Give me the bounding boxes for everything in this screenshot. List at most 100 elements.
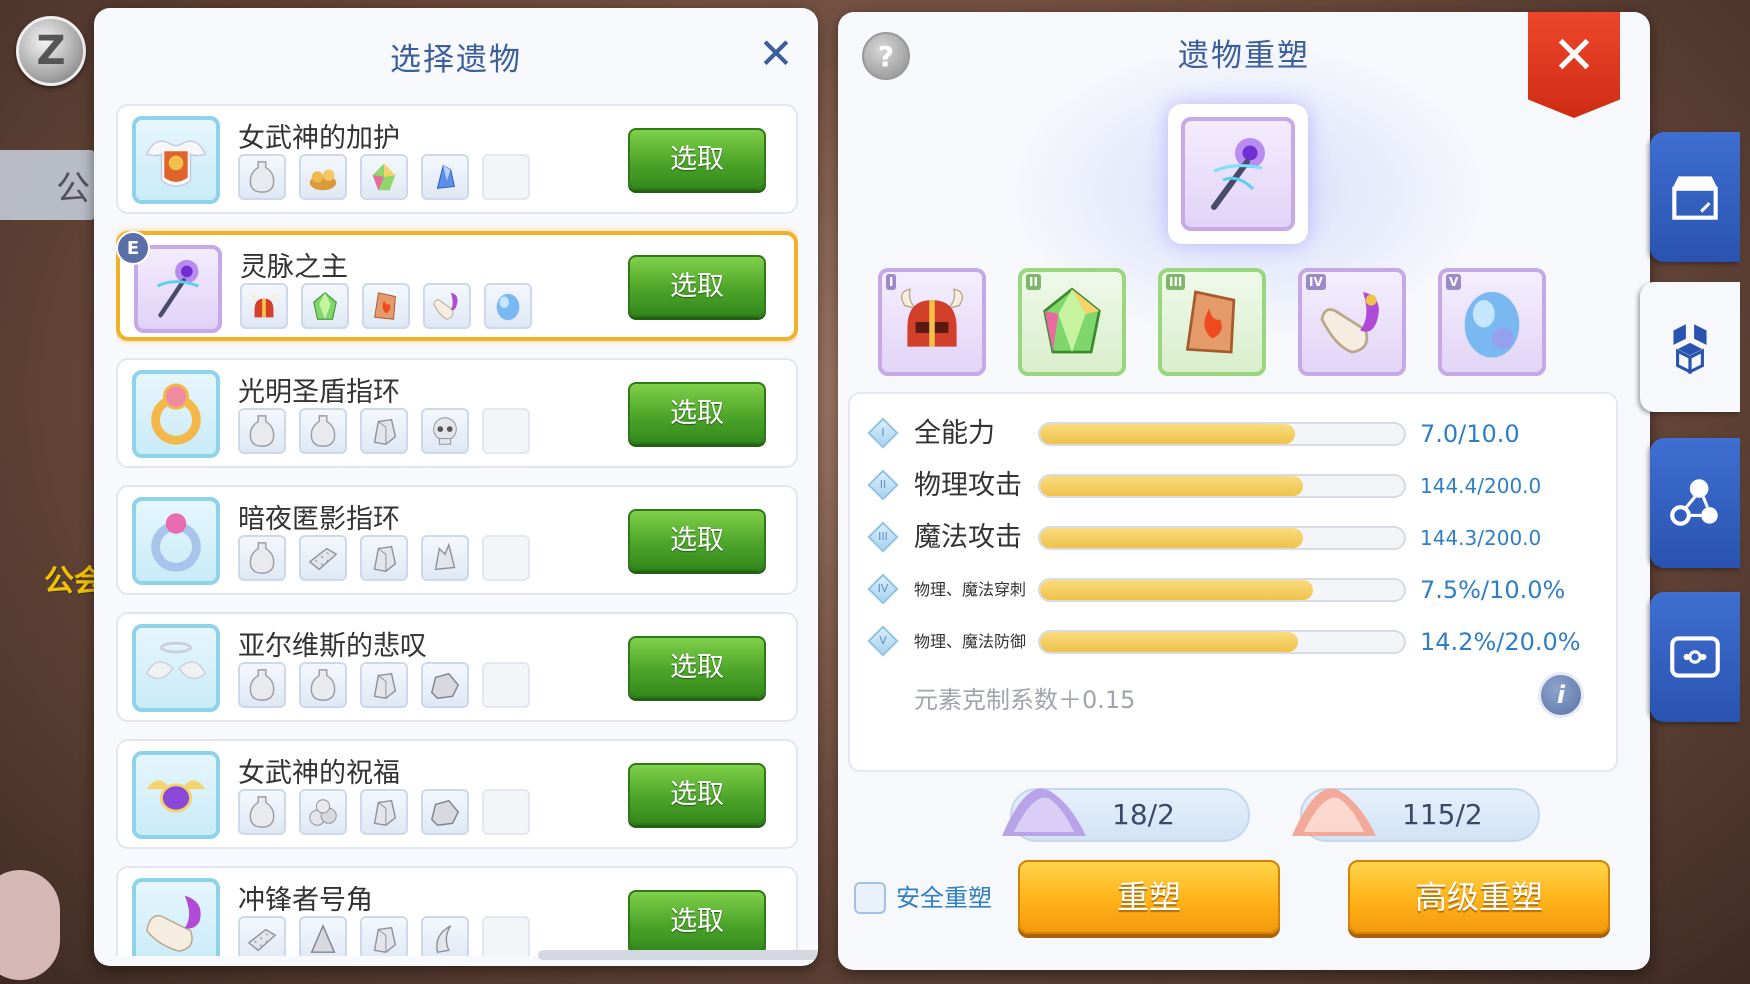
winged-halo-icon bbox=[132, 624, 220, 712]
stat-progress-fill bbox=[1040, 424, 1295, 444]
blue-egg-icon bbox=[1464, 291, 1520, 358]
stat-label: 物理攻击 bbox=[914, 470, 1022, 501]
stat-diamond-icon: III bbox=[867, 521, 899, 553]
relic-card[interactable]: 女武神的加护 选取 bbox=[116, 104, 798, 214]
horn-icon bbox=[423, 283, 471, 329]
safe-reforge-label[interactable]: 安全重塑 bbox=[896, 880, 992, 916]
winged-gem-icon bbox=[132, 751, 220, 839]
element-coefficient-note: 元素克制系数＋0.15 bbox=[914, 686, 1136, 714]
relic-list[interactable]: 女武神的加护 选取 E 灵脉之主 选取 光明圣盾指环 选取 暗夜匿影指环 选取 亚尔维斯的悲叹 选取… bbox=[116, 104, 798, 956]
stat-value: 7.5%/10.0% bbox=[1420, 576, 1566, 604]
select-button[interactable]: 选取 bbox=[628, 128, 766, 190]
stone-icon bbox=[360, 662, 408, 708]
relic-card[interactable]: E 灵脉之主 选取 bbox=[116, 231, 798, 341]
relic-reforge-panel: ? 遗物重塑 ✕ I II III IV V 元素克制系数＋0.15 i I 全… bbox=[838, 12, 1650, 970]
advanced-reforge-button[interactable]: 高级重塑 bbox=[1348, 860, 1610, 934]
info-icon[interactable]: i bbox=[1538, 672, 1584, 718]
stat-diamond-icon: V bbox=[867, 625, 899, 657]
green-gem-icon bbox=[301, 283, 349, 329]
slot-1[interactable]: I bbox=[878, 268, 986, 376]
relic-materials bbox=[238, 662, 530, 708]
stat-diamond-icon: I bbox=[867, 417, 899, 449]
material-counter-2: 115/2 bbox=[1292, 788, 1540, 842]
charger-horn-icon bbox=[132, 878, 220, 956]
select-button[interactable]: 选取 bbox=[628, 255, 766, 317]
stat-progress-fill bbox=[1040, 476, 1303, 496]
claw-icon bbox=[421, 916, 469, 956]
stone-icon bbox=[360, 789, 408, 835]
slot-2[interactable]: II bbox=[1018, 268, 1126, 376]
slot-number: V bbox=[1446, 274, 1462, 290]
select-button[interactable]: 选取 bbox=[628, 890, 766, 952]
empty-material-slot bbox=[482, 154, 530, 200]
material-count: 115/2 bbox=[1402, 798, 1483, 831]
side-tab-relic[interactable] bbox=[1640, 282, 1740, 412]
stat-row: IV 物理、魔法穿刺 7.5%/10.0% bbox=[850, 572, 1616, 612]
stat-number: II bbox=[879, 478, 887, 491]
crystal-shard-icon bbox=[421, 535, 469, 581]
horn-icon bbox=[1320, 291, 1379, 354]
skull-icon bbox=[421, 408, 469, 454]
stat-progress-fill bbox=[1040, 580, 1313, 600]
slot-number: II bbox=[1026, 274, 1041, 290]
cube-icon bbox=[1673, 324, 1707, 375]
close-button[interactable]: ✕ bbox=[1528, 12, 1620, 118]
stat-value: 7.0/10.0 bbox=[1420, 420, 1520, 448]
stat-diamond-icon: II bbox=[867, 469, 899, 501]
background-decor bbox=[0, 870, 60, 980]
stone-icon bbox=[360, 916, 408, 956]
select-button[interactable]: 选取 bbox=[628, 382, 766, 444]
ore-pile-icon bbox=[299, 154, 347, 200]
empty-material-slot bbox=[482, 789, 530, 835]
slot-4[interactable]: IV bbox=[1298, 268, 1406, 376]
flame-stone-icon bbox=[362, 283, 410, 329]
panel-title: 选择遗物 bbox=[390, 42, 522, 78]
blue-crystal-icon bbox=[421, 154, 469, 200]
relic-materials bbox=[238, 789, 530, 835]
stat-row: III 魔法攻击 144.3/200.0 bbox=[850, 520, 1616, 560]
select-button[interactable]: 选取 bbox=[628, 509, 766, 571]
flame-stone-icon bbox=[1185, 290, 1236, 354]
potion-icon bbox=[299, 662, 347, 708]
relic-card[interactable]: 亚尔维斯的悲叹 选取 bbox=[116, 612, 798, 722]
z-menu-button[interactable]: Z bbox=[16, 16, 86, 86]
side-tab-shop[interactable] bbox=[1650, 132, 1740, 262]
slot-number: III bbox=[1166, 274, 1186, 290]
slot-number: I bbox=[886, 274, 897, 290]
material-counter-1: 18/2 bbox=[1002, 788, 1250, 842]
stat-row: V 物理、魔法防御 14.2%/20.0% bbox=[850, 624, 1616, 664]
cone-icon bbox=[299, 916, 347, 956]
stat-number: IV bbox=[877, 582, 889, 595]
nodes-icon bbox=[1670, 479, 1718, 526]
pink-dust-icon bbox=[1292, 788, 1376, 836]
potion-icon bbox=[238, 408, 286, 454]
rock-icon bbox=[421, 662, 469, 708]
relic-name: 女武神的祝福 bbox=[238, 758, 400, 789]
green-gem-icon bbox=[1043, 287, 1101, 354]
stat-number: I bbox=[881, 426, 885, 439]
side-tab-scan[interactable] bbox=[1650, 592, 1740, 722]
select-button[interactable]: 选取 bbox=[628, 636, 766, 698]
select-relic-panel: 选择遗物 ✕ 女武神的加护 选取 E 灵脉之主 选取 光明圣盾指环 选取 暗夜匿影指环 选取 亚尔… bbox=[94, 8, 818, 966]
stat-row: II 物理攻击 144.4/200.0 bbox=[850, 468, 1616, 508]
slot-5[interactable]: V bbox=[1438, 268, 1546, 376]
shop-icon bbox=[1672, 176, 1718, 220]
equipped-badge: E bbox=[116, 231, 150, 265]
relic-card[interactable]: 女武神的祝福 选取 bbox=[116, 739, 798, 849]
side-tab-nodes[interactable] bbox=[1650, 438, 1740, 568]
scroll-indicator[interactable] bbox=[538, 950, 818, 960]
stat-progress-bar bbox=[1038, 578, 1406, 602]
relic-card[interactable]: 暗夜匿影指环 选取 bbox=[116, 485, 798, 595]
stat-label: 物理、魔法防御 bbox=[914, 632, 1027, 651]
safe-reforge-checkbox[interactable] bbox=[854, 882, 886, 914]
relic-card[interactable]: 光明圣盾指环 选取 bbox=[116, 358, 798, 468]
close-icon[interactable]: ✕ bbox=[754, 32, 798, 76]
relic-card[interactable]: 冲锋者号角 选取 bbox=[116, 866, 798, 956]
stats-box: 元素克制系数＋0.15 i I 全能力 7.0/10.0 II 物理攻击 144.4/20… bbox=[848, 392, 1618, 772]
select-button[interactable]: 选取 bbox=[628, 763, 766, 825]
reforge-button[interactable]: 重塑 bbox=[1018, 860, 1280, 934]
slot-3[interactable]: III bbox=[1158, 268, 1266, 376]
spirit-staff-icon bbox=[1181, 117, 1295, 231]
potion-icon bbox=[238, 789, 286, 835]
rock-icon bbox=[421, 789, 469, 835]
